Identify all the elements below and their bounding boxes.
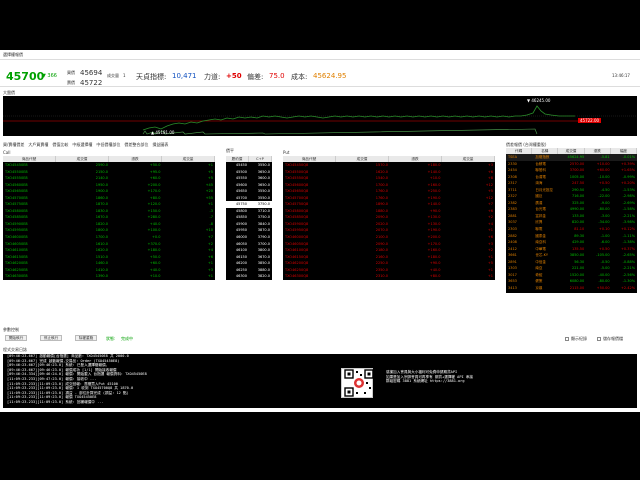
- log-panel[interactable]: [09:46:23.667] 啟動報價[台指選] 商品數: TXO45450E8…: [3, 354, 637, 408]
- tab-big-traders[interactable]: 大戶買賣權: [28, 142, 48, 147]
- qr-code-icon: [344, 369, 374, 397]
- promo-line-3: 群組密碼 3881 系統網址 https://3881.org: [386, 379, 465, 384]
- log-lines: [09:46:23.667] 啟動報價[台指選] 商品數: TXO45450E8…: [3, 354, 637, 405]
- stock-cell: +2.42%: [620, 285, 636, 290]
- stock-table: 代碼 名稱 成交價 漲跌 幅度 TSEA 加權指數 45624.95 -5.81 -0.…: [506, 148, 637, 293]
- start-button[interactable]: 開始執行: [5, 335, 27, 341]
- chart-high-label: ▼ 46245.00: [527, 98, 551, 103]
- window-title: 選擇權報價: [3, 52, 23, 57]
- put-table-body: TXO45450Q8 1570.0 +180.0 +3 TXO45500Q8 1620.0…: [283, 162, 495, 280]
- log-section-label: 程式交易日誌: [3, 347, 27, 352]
- toolbar-tabs: 買/賣權價差 大戶買賣權 價值比較 中級選擇權 中低價權部位 價差整合部位 損益…: [3, 142, 168, 147]
- tab-spread[interactable]: 買/賣權價差: [3, 142, 24, 147]
- put-table: 商品代號 成交價 漲跌 成交量 TXO45450Q8 1570.0 +180.0 +3…: [283, 156, 495, 280]
- put-row[interactable]: TXO46300Q8 2310.0 +80.0 +1: [283, 273, 495, 280]
- force-value: +50: [226, 72, 242, 80]
- volume-bars: [142, 128, 538, 135]
- option-quote-window: 選擇權報價 45700 ▼ 366 買價 45694 賣價 45722 成交量 …: [0, 50, 640, 412]
- status-label: 狀態:: [106, 336, 116, 341]
- tab-low-positions[interactable]: 中低價權部位: [96, 142, 120, 147]
- stock-panel-title: 價差報價 (台灣權重股): [506, 142, 547, 147]
- stop-button[interactable]: 停止執行: [40, 335, 62, 341]
- put-cell: +1: [487, 274, 493, 279]
- put-cell: TXO46300Q8: [285, 274, 309, 279]
- price-change: ▼ 366: [42, 73, 57, 79]
- cost-value: 45624.95: [313, 72, 347, 80]
- call-cell: +1: [207, 274, 213, 279]
- tab-pnl-chart[interactable]: 損益圖表: [152, 142, 168, 147]
- bias-label: 偏差:: [247, 73, 264, 81]
- show-log-label: 顯示紀錄: [571, 336, 587, 341]
- strike-table: 履約價 C+P 45450 3550.0 45500 3650.0 45550 3600.…: [226, 156, 272, 280]
- price-line: [142, 105, 575, 131]
- chart-low-label: ▲ 45181.00: [151, 130, 175, 135]
- bias-value: 75.0: [269, 72, 285, 80]
- strike-panel-title: 價平: [226, 148, 234, 153]
- put-panel-title: Put: [283, 150, 290, 155]
- rerun-button[interactable]: 除權重跑: [75, 335, 97, 341]
- volume-value: 1: [123, 73, 126, 78]
- stock-table-body: TSEA 加權指數 45624.95 -5.81 -0.01% 2330 台積電 2570.0…: [506, 154, 637, 291]
- buy-label: 買價: [67, 70, 75, 75]
- stock-row[interactable]: 3413 京鼎 2115.00 +50.00 +2.42%: [506, 285, 637, 292]
- strike-table-body: 45450 3550.0 45500 3650.0 45550 3600.0 45600 36…: [226, 162, 272, 280]
- header-divider: [0, 86, 640, 87]
- call-row[interactable]: TXO46300E8 1390.0 +10.0 +1: [3, 273, 215, 280]
- log-line: [11:09:23.233][11:09:23.0] 系統: 回補報價中 ...: [7, 399, 104, 404]
- call-panel-title: Call: [3, 150, 11, 155]
- volume-label: 成交量: [107, 73, 119, 78]
- save-quote-label: 儲存報價檔: [603, 336, 623, 341]
- call-cell: +10.0: [149, 274, 161, 279]
- call-cell: TXO46300E8: [5, 274, 28, 279]
- chart-label: 大盤價: [3, 90, 15, 95]
- last-price: 45700: [6, 70, 45, 83]
- tab-spread-positions[interactable]: 價差整合部位: [124, 142, 148, 147]
- tab-mid-options[interactable]: 中級選擇權: [72, 142, 92, 147]
- call-table: 商品代號 成交價 漲跌 成交量 TXO45450E8 2590.0 +50.0 +1 T…: [3, 156, 215, 280]
- controls-section-label: 參數控制: [3, 327, 19, 332]
- strike-row[interactable]: 46300 3820.0: [226, 273, 272, 280]
- strike-cell: 46300: [235, 274, 247, 279]
- index-value: 10,471: [172, 72, 197, 80]
- qr-code-image: [341, 368, 374, 398]
- tab-value-compare[interactable]: 價值比較: [52, 142, 68, 147]
- save-quote-checkbox[interactable]: [597, 337, 601, 341]
- clock: 13:46:17: [612, 73, 630, 78]
- call-cell: 1390.0: [95, 274, 108, 279]
- cost-label: 成本:: [291, 73, 308, 81]
- strike-cell: 3820.0: [257, 274, 270, 279]
- stock-cell: 3413: [508, 285, 517, 290]
- title-divider: [0, 59, 640, 60]
- stock-cell: 京鼎: [535, 285, 543, 290]
- chart-price-tag: 45722.00: [578, 118, 602, 123]
- put-cell: 2310.0: [375, 274, 388, 279]
- show-log-checkbox[interactable]: [565, 337, 569, 341]
- status-value: 完成中: [121, 336, 133, 341]
- stock-cell: +50.00: [596, 285, 610, 290]
- stock-cell: 2115.00: [569, 285, 585, 290]
- buy-price: 45694: [80, 69, 103, 77]
- intraday-chart[interactable]: ▼ 46245.00 ▲ 45181.00 45722.00: [3, 96, 637, 136]
- force-label: 力道:: [204, 73, 221, 81]
- sell-label: 賣價: [67, 80, 75, 85]
- call-table-body: TXO45450E8 2590.0 +50.0 +1 TXO45500E8 2150.0 +…: [3, 162, 215, 280]
- put-cell: +80.0: [429, 274, 441, 279]
- promo-text: 感謝加入會員與大小福利可免費申請期貨API 如果是加入宗師會員可再享有 期貨+選…: [382, 370, 473, 384]
- index-label: 天貞指標:: [136, 73, 167, 81]
